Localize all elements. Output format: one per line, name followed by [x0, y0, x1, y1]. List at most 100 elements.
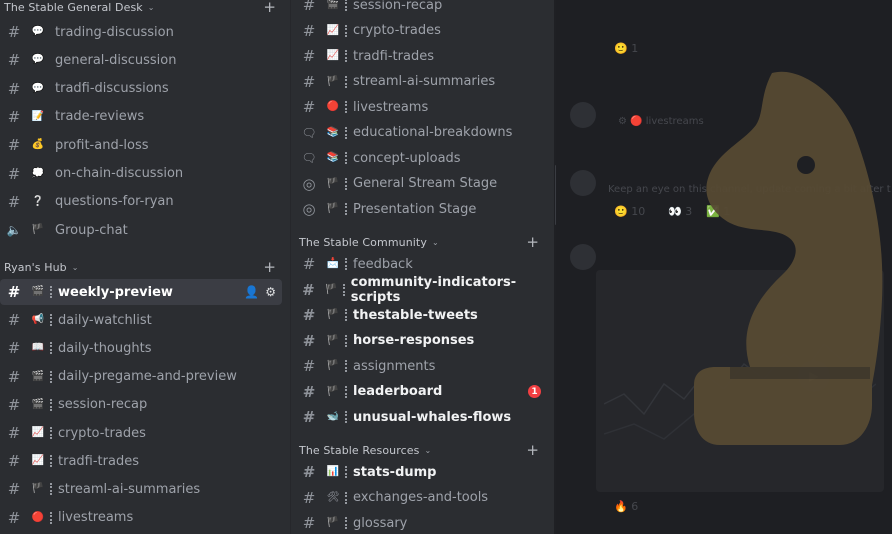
- channel-label: streaml-ai-summaries: [58, 481, 201, 497]
- invite-member-icon[interactable]: 👤: [244, 285, 259, 299]
- clapper-board-icon: 🎬: [31, 398, 45, 410]
- divider-bar: [345, 491, 348, 504]
- channel-label: trade-reviews: [55, 109, 145, 125]
- category-label: The Stable General Desk: [4, 0, 143, 14]
- channel-item-profit-and-loss[interactable]: # 💰 profit-and-loss: [0, 132, 282, 158]
- channel-item-crypto-trades[interactable]: # 📈 crypto-trades: [295, 18, 551, 44]
- hashtag-icon: #: [7, 23, 21, 41]
- hashtag-icon: #: [7, 367, 21, 386]
- category-stable-resources[interactable]: The Stable Resources ⌄ +: [291, 441, 551, 459]
- channel-item-tradfi-trades[interactable]: # 📈 tradfi-trades: [0, 448, 282, 474]
- channel-label: on-chain-discussion: [55, 166, 184, 181]
- purple-flag-icon: 🏴: [326, 203, 340, 214]
- channel-label: weekly-preview: [58, 284, 173, 300]
- channel-label: trading-discussion: [55, 24, 174, 40]
- hashtag-icon: #: [302, 280, 315, 299]
- channel-item-community-indicators-scripts[interactable]: # 🏴 community-indicators-scripts: [295, 275, 551, 305]
- channel-label: concept-uploads: [353, 150, 461, 166]
- hashtag-icon: #: [302, 98, 316, 116]
- hashtag-icon: #: [302, 72, 316, 91]
- channel-item-trade-reviews[interactable]: # 📝 trade-reviews: [0, 104, 282, 130]
- channel-item-assignments[interactable]: # 🏴 assignments: [295, 353, 551, 379]
- category-stable-community[interactable]: The Stable Community ⌄ +: [291, 233, 551, 251]
- category-ryans-hub[interactable]: Ryan's Hub ⌄ +: [0, 258, 290, 276]
- mention-badge: 1: [528, 385, 541, 398]
- channel-item-feedback[interactable]: # 📩 feedback: [295, 251, 551, 277]
- gear-icon[interactable]: ⚙: [265, 285, 276, 299]
- hashtag-icon: #: [7, 339, 21, 358]
- channel-label: crypto-trades: [58, 425, 146, 441]
- channel-item-session-recap[interactable]: # 🎬 session-recap: [295, 0, 551, 18]
- channel-label: daily-thoughts: [58, 340, 152, 356]
- divider-bar: [50, 511, 53, 524]
- clapper-board-icon: 🎬: [31, 370, 45, 382]
- channel-item-trading-discussion[interactable]: # 💬 trading-discussion: [0, 19, 282, 45]
- channel-item-questions-for-ryan[interactable]: # ❔ questions-for-ryan: [0, 189, 282, 215]
- channel-item-streaml-ai-summaries[interactable]: # 🏴 streaml-ai-summaries: [295, 69, 551, 95]
- category-label: The Stable Community: [299, 235, 427, 249]
- hashtag-icon: #: [7, 283, 21, 301]
- channel-item-unusual-whales-flows[interactable]: # 🐋 unusual-whales-flows: [295, 404, 551, 430]
- speech-bubble-icon: 💬: [31, 26, 45, 37]
- channel-item-general-stream-stage[interactable]: ◎ 🏴 General Stream Stage: [295, 171, 551, 197]
- channel-label: General Stream Stage: [353, 176, 498, 191]
- open-book-icon: 📖: [31, 342, 45, 354]
- channel-item-exchanges-and-tools[interactable]: # 🛠 exchanges-and-tools: [295, 485, 551, 511]
- channel-item-daily-thoughts[interactable]: # 📖 daily-thoughts: [0, 335, 282, 361]
- channel-label: tradfi-discussions: [55, 81, 169, 97]
- whale-icon: 🐋: [326, 411, 340, 422]
- reaction-pill: 🙂 1: [614, 42, 639, 55]
- add-channel-icon[interactable]: +: [526, 233, 539, 251]
- voice-channel-icon: 🔈: [6, 223, 22, 238]
- channel-item-streaml-ai-summaries[interactable]: # 🏴 streaml-ai-summaries: [0, 476, 282, 502]
- channel-item-educational-breakdowns[interactable]: 🗨 📚 educational-breakdowns: [295, 120, 551, 146]
- divider-bar: [345, 0, 348, 11]
- channel-label: glossary: [353, 515, 408, 531]
- channel-item-glossary[interactable]: # 🏴 glossary: [295, 510, 551, 534]
- chevron-down-icon: ⌄: [147, 2, 155, 12]
- channel-item-thestable-tweets[interactable]: # 🏴 thestable-tweets: [295, 302, 551, 328]
- divider-bar: [345, 385, 348, 398]
- channel-label: Presentation Stage: [353, 201, 477, 217]
- channel-actions: 👤 ⚙: [244, 285, 276, 299]
- channel-item-horse-responses[interactable]: # 🏴 horse-responses: [295, 328, 551, 354]
- channel-item-tradfi-discussions[interactable]: # 💬 tradfi-discussions: [0, 76, 282, 102]
- hashtag-icon: #: [302, 514, 316, 532]
- channel-item-presentation-stage[interactable]: ◎ 🏴 Presentation Stage: [295, 196, 551, 222]
- channel-item-livestreams[interactable]: # 🔴 livestreams: [0, 505, 282, 531]
- stage-channel-icon: ◎: [302, 174, 316, 193]
- channel-item-crypto-trades[interactable]: # 📈 crypto-trades: [0, 420, 282, 446]
- channel-item-weekly-preview[interactable]: # 🎬 weekly-preview 👤 ⚙: [0, 279, 282, 305]
- channel-label: livestreams: [353, 99, 429, 115]
- hashtag-icon: #: [302, 331, 316, 350]
- channel-item-daily-pregame-and-preview[interactable]: # 🎬 daily-pregame-and-preview: [0, 364, 282, 390]
- hashtag-icon: #: [302, 0, 316, 14]
- purple-flag-icon: 🏴: [326, 517, 340, 528]
- divider-bar: [345, 126, 348, 139]
- channel-label: stats-dump: [353, 464, 437, 480]
- divider-bar: [50, 427, 53, 439]
- channel-item-daily-watchlist[interactable]: # 📢 daily-watchlist: [0, 307, 282, 333]
- channel-item-concept-uploads[interactable]: 🗨 📚 concept-uploads: [295, 145, 551, 171]
- add-channel-icon[interactable]: +: [526, 441, 539, 459]
- category-general-desk[interactable]: The Stable General Desk ⌄ +: [0, 0, 290, 16]
- channel-item-stats-dump[interactable]: # 📊 stats-dump: [295, 459, 551, 485]
- channel-item-general-discussion[interactable]: # 💬 general-discussion: [0, 47, 282, 73]
- add-channel-icon[interactable]: +: [263, 0, 276, 16]
- chart-increasing-icon: 📈: [31, 455, 45, 467]
- hashtag-icon: #: [302, 463, 316, 481]
- add-channel-icon[interactable]: +: [263, 258, 276, 276]
- channel-item-on-chain-discussion[interactable]: # 💭 on-chain-discussion: [0, 161, 282, 187]
- channel-item-session-recap[interactable]: # 🎬 session-recap: [0, 392, 282, 418]
- channel-label: crypto-trades: [353, 23, 441, 38]
- channel-label: unusual-whales-flows: [353, 409, 512, 425]
- hashtag-icon: #: [7, 192, 21, 211]
- divider-bar: [345, 101, 348, 113]
- channel-item-livestreams[interactable]: # 🔴 livestreams: [295, 94, 551, 120]
- hashtag-icon: #: [7, 508, 21, 527]
- channel-item-leaderboard[interactable]: # 🏴 leaderboard 1: [295, 379, 551, 405]
- channel-item-tradfi-trades[interactable]: # 📈 tradfi-trades: [295, 43, 551, 69]
- hashtag-icon: #: [7, 51, 21, 70]
- channel-item-group-chat[interactable]: 🔈 🏴 Group-chat: [0, 217, 282, 243]
- red-circle-icon: 🔴: [326, 101, 340, 112]
